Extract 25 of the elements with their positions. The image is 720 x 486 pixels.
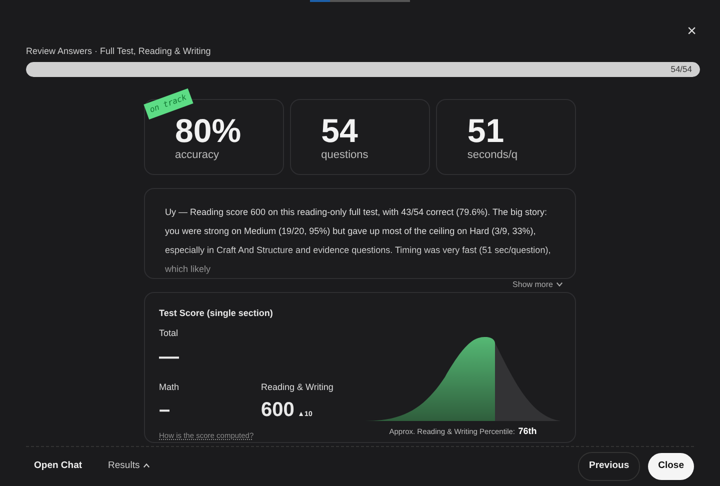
- stat-label: accuracy: [175, 148, 220, 163]
- progress-count: 54/54: [670, 62, 692, 76]
- status-tag: on track: [144, 88, 193, 120]
- summary-text: Uy — Reading score 600 on this reading-only full test, with 43/54 correct (79.6%). The big story: you were strong on Medium (19/20, 95%) but gave up most of the ceiling on Hard (3/9, 33%), especially in Craft And Structure and evidence questions. Timing was very fast (51 sec/question), which likely: [164, 206, 552, 276]
- chat-button[interactable]: Open Chat: [26, 455, 90, 478]
- section-score: –: [159, 400, 170, 420]
- results-menu-button[interactable]: Results: [100, 455, 158, 478]
- section-score: 600: [261, 400, 294, 420]
- total-label: Total: [159, 327, 180, 340]
- header-title: Review Answers · Full Test, Reading & Writing: [26, 45, 212, 58]
- stat-label: seconds/q: [467, 148, 518, 163]
- close-button[interactable]: ×: [683, 22, 700, 42]
- stat-value: 51: [467, 114, 506, 147]
- stat-label: questions: [321, 148, 370, 163]
- section-label: Reading & Writing: [261, 380, 334, 394]
- close-button[interactable]: Close: [648, 453, 694, 480]
- total-value: —: [159, 346, 180, 367]
- show-more-link[interactable]: Show more: [512, 278, 563, 291]
- section-label: Math: [159, 380, 180, 394]
- score-title: Test Score (single section): [159, 306, 274, 320]
- percentile-value: 76th: [518, 424, 537, 438]
- stat-value: 54: [321, 114, 359, 147]
- chevron-icon: [142, 463, 150, 468]
- chevron-icon: [556, 282, 563, 288]
- previous-button[interactable]: Previous: [578, 452, 640, 481]
